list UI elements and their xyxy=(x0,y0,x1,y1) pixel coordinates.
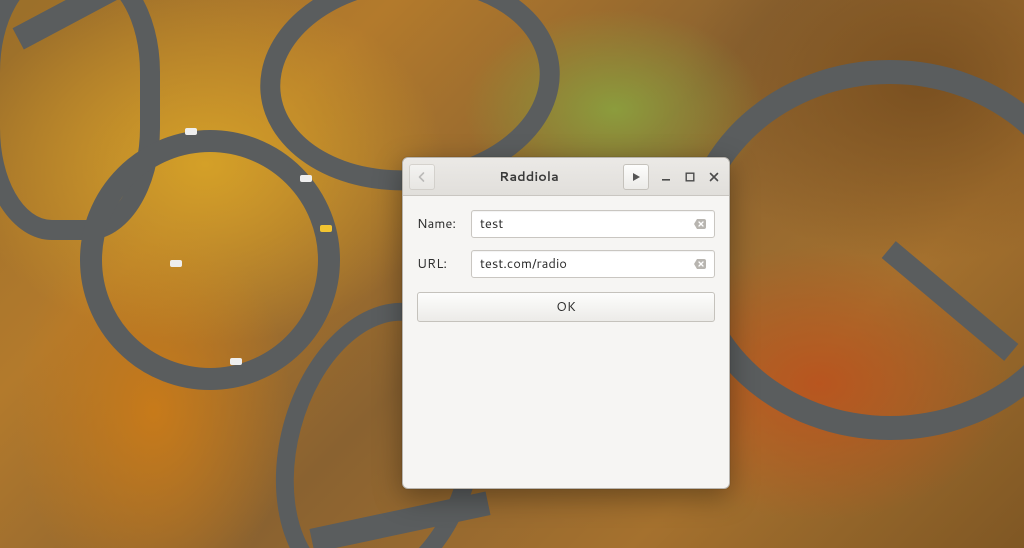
window-body: Name: URL: OK xyxy=(403,196,729,488)
close-button[interactable] xyxy=(705,168,723,186)
ok-button[interactable]: OK xyxy=(417,292,715,322)
name-label: Name: xyxy=(417,215,461,233)
name-input[interactable] xyxy=(480,215,692,233)
url-row: URL: xyxy=(417,250,715,278)
chevron-left-icon xyxy=(416,171,428,183)
minimize-button[interactable] xyxy=(657,168,675,186)
maximize-icon xyxy=(685,172,695,182)
url-input[interactable] xyxy=(480,255,692,273)
maximize-button[interactable] xyxy=(681,168,699,186)
clear-name-icon[interactable] xyxy=(692,216,708,232)
clear-url-icon[interactable] xyxy=(692,256,708,272)
url-entry[interactable] xyxy=(471,250,715,278)
window-controls xyxy=(657,168,723,186)
name-entry[interactable] xyxy=(471,210,715,238)
name-row: Name: xyxy=(417,210,715,238)
play-button[interactable] xyxy=(623,164,649,190)
app-window: Raddiola xyxy=(402,157,730,489)
titlebar[interactable]: Raddiola xyxy=(403,158,729,196)
url-label: URL: xyxy=(417,255,461,273)
ok-button-label: OK xyxy=(556,298,576,316)
play-icon xyxy=(630,171,642,183)
back-button[interactable] xyxy=(409,164,435,190)
close-icon xyxy=(709,172,719,182)
window-title: Raddiola xyxy=(443,168,615,186)
minimize-icon xyxy=(661,172,671,182)
